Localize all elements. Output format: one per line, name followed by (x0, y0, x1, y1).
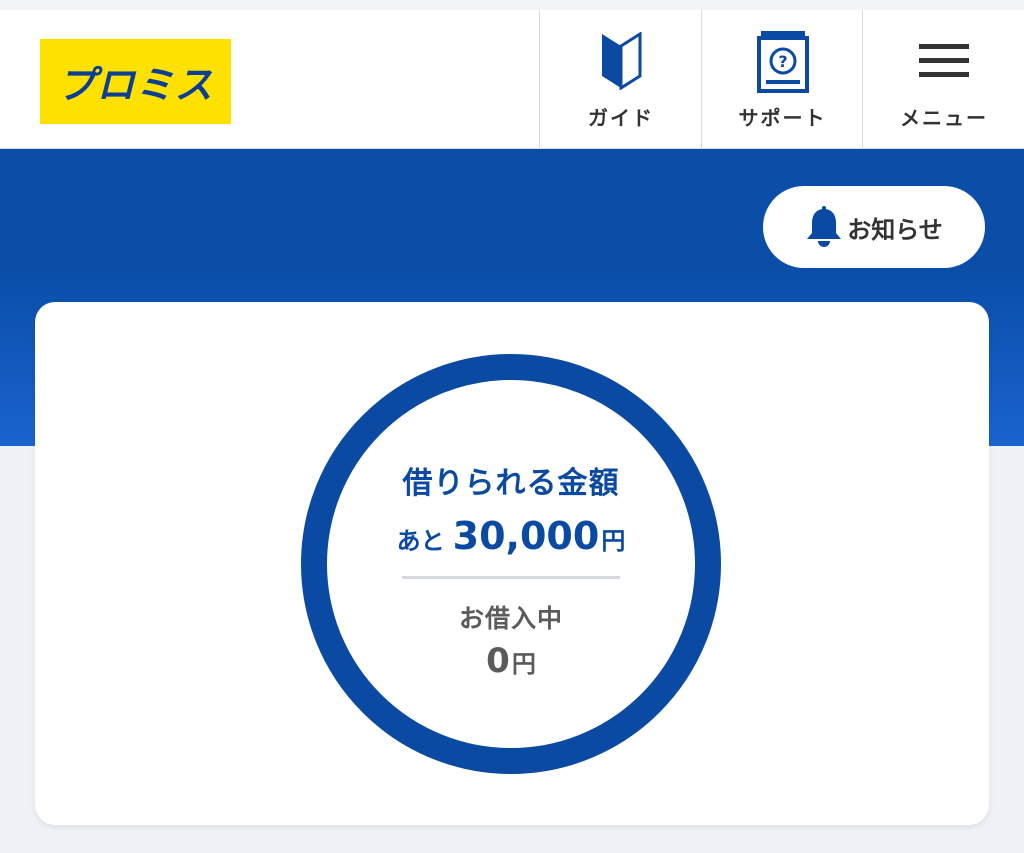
help-book-icon: ? (756, 31, 809, 93)
available-title: 借りられる金額 (402, 466, 620, 501)
divider (402, 576, 620, 579)
nav-menu-label: メニュー (900, 106, 988, 130)
svg-text:?: ? (778, 52, 787, 71)
bell-icon (807, 206, 842, 247)
header: プロミス ガイド ? サポート メニュー (0, 10, 1024, 149)
available-prefix: あと (396, 527, 445, 555)
notice-button[interactable]: お知らせ (763, 186, 985, 268)
available-amount: 30,000 (452, 514, 600, 558)
borrowing-amount-row: 0 円 (486, 641, 536, 681)
borrowing-label: お借入中 (458, 604, 563, 633)
promise-logo[interactable]: プロミス (40, 39, 231, 124)
available-amount-row: あと 30,000 円 (397, 514, 626, 558)
nav-guide-button[interactable]: ガイド (539, 10, 702, 148)
beginner-mark-icon (602, 32, 642, 90)
hamburger-menu-icon (919, 44, 969, 77)
borrowing-summary-card: 借りられる金額 あと 30,000 円 お借入中 0 円 (35, 302, 989, 825)
notice-label: お知らせ (847, 215, 943, 244)
nav-support-button[interactable]: ? サポート (701, 10, 863, 148)
limit-ring: 借りられる金額 あと 30,000 円 お借入中 0 円 (301, 354, 721, 774)
borrowing-unit: 円 (511, 650, 536, 678)
logo-text: プロミス (57, 63, 214, 107)
nav-support-label: サポート (738, 106, 827, 130)
borrowing-amount: 0 (486, 641, 510, 681)
available-unit: 円 (601, 527, 626, 555)
nav-guide-label: ガイド (588, 106, 654, 130)
nav-menu-button[interactable]: メニュー (862, 10, 1024, 148)
